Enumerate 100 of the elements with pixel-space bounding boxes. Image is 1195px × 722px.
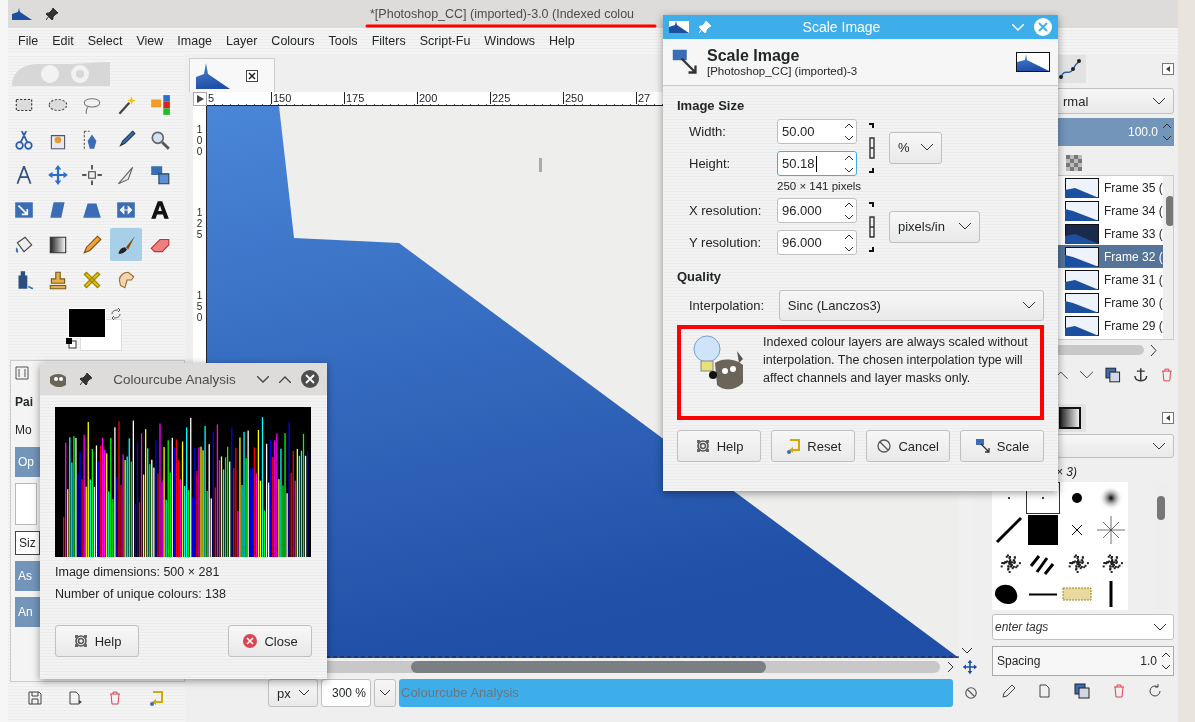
menu-item[interactable]: Tools [328, 34, 358, 48]
zoom-field[interactable]: 300 % [321, 679, 371, 707]
interpolation-dropdown[interactable]: Sinc (Lanczos3) [778, 290, 1044, 321]
layer-row[interactable]: Frame 29 ( [1055, 314, 1163, 337]
resize-arrow-icon [671, 48, 699, 76]
chevron-up-icon[interactable] [279, 375, 291, 383]
pencil-icon[interactable] [1002, 684, 1016, 698]
field-label: Interpolation: [689, 298, 766, 313]
save-icon[interactable] [28, 691, 42, 705]
ruler-label: 125 [195, 207, 204, 240]
tool-button[interactable] [110, 228, 142, 261]
unit-dropdown[interactable]: pixels/in [889, 210, 980, 243]
brush-tile[interactable] [1026, 514, 1060, 546]
menu-item[interactable]: Edit [52, 34, 74, 48]
tags-combo[interactable]: enter tags [992, 614, 1174, 640]
layer-row[interactable]: Frame 33 ( [1055, 222, 1163, 245]
document-icon[interactable] [1038, 684, 1052, 698]
scale-button[interactable]: Scale [960, 430, 1044, 462]
close-icon[interactable] [301, 370, 319, 388]
dock-menu-icon[interactable] [1162, 63, 1174, 75]
delete-icon[interactable] [1112, 684, 1126, 698]
checkerboard-icon[interactable] [1066, 155, 1082, 171]
quick-mask-toggle[interactable] [193, 92, 207, 106]
number-field[interactable]: 50.00 [777, 119, 857, 144]
paths-icon [1059, 59, 1081, 79]
info-text: Image dimensions: 500 × 281 [55, 565, 221, 579]
chevron-down-icon[interactable] [257, 375, 269, 383]
menu-item[interactable]: File [18, 34, 39, 48]
chevron-down-icon[interactable] [1079, 371, 1094, 379]
scrollbar-thumb[interactable] [411, 661, 766, 673]
layer-row[interactable]: Frame 34 ( [1055, 199, 1163, 222]
menu-item[interactable]: Filters [371, 34, 406, 48]
navigate-icon[interactable] [962, 659, 978, 675]
chain-link-icon[interactable] [867, 121, 877, 174]
layer-row[interactable]: Frame 31 ( [1055, 268, 1163, 291]
reset-button[interactable]: Reset [771, 430, 856, 462]
menu-item[interactable]: Script-Fu [419, 34, 471, 48]
align-icon [81, 163, 103, 186]
document-icon[interactable] [68, 691, 82, 705]
menu-item[interactable]: Image [177, 34, 213, 48]
pin-icon[interactable] [80, 373, 92, 385]
spinner-arrows-icon[interactable] [844, 232, 854, 253]
menu-item[interactable]: Colours [271, 34, 315, 48]
tags-field[interactable]: enter tags [993, 615, 1137, 639]
duplicate-icon[interactable] [1105, 367, 1121, 383]
option-field[interactable]: Siz [15, 531, 40, 555]
menu-item[interactable]: View [136, 34, 164, 48]
close-button[interactable]: Close [228, 625, 312, 657]
delete-icon[interactable] [108, 691, 122, 705]
ruler-label: 150 [195, 290, 204, 323]
menu-item[interactable]: Windows [484, 34, 536, 48]
duplicate-icon[interactable] [1074, 683, 1090, 699]
menu-item[interactable]: Help [549, 34, 575, 48]
close-icon[interactable] [246, 69, 258, 82]
spinner-arrows-icon[interactable] [1161, 651, 1171, 671]
spinner-arrows-icon[interactable] [844, 153, 854, 174]
ruler-label: 175 [344, 92, 417, 104]
chain-link-icon[interactable] [867, 200, 877, 253]
layer-row[interactable]: Frame 30 ( [1055, 291, 1163, 314]
unit-dropdown[interactable]: % [889, 131, 942, 164]
menu-item[interactable]: Layer [226, 34, 258, 48]
spinner-arrows-icon[interactable] [844, 200, 854, 221]
layer-thumbnail [1065, 200, 1099, 221]
gradient-square-icon [1059, 407, 1081, 429]
pixel-size-text: 250 × 141 pixels [776, 180, 863, 192]
colour-swatches[interactable] [66, 308, 122, 350]
play-triangle-icon [196, 95, 204, 103]
ruler-label: 150 [271, 92, 344, 104]
spinner-arrows-icon[interactable] [844, 121, 854, 142]
unit-dropdown[interactable]: px [268, 679, 318, 707]
cancel-icon[interactable] [964, 686, 978, 700]
swap-arrow-icon[interactable] [110, 308, 122, 320]
number-field[interactable]: 96.000 [777, 198, 857, 223]
help-button[interactable]: Help [55, 625, 139, 657]
chevron-down-icon [921, 144, 933, 151]
pin-icon[interactable] [46, 8, 58, 20]
dock-menu-icon[interactable] [1162, 412, 1174, 424]
chevron-right-icon[interactable] [948, 662, 955, 672]
default-colours-icon[interactable] [66, 338, 77, 349]
cancel-icon [876, 438, 893, 454]
layer-thumbnail [1065, 177, 1099, 198]
info-text: Number of unique colours: 138 [55, 587, 227, 601]
layer-row[interactable]: Frame 32 ( [1055, 245, 1163, 268]
number-field[interactable]: 50.18 [777, 151, 857, 176]
layer-row[interactable]: Frame 35 ( [1055, 176, 1163, 199]
help-button[interactable]: Help [677, 430, 761, 462]
vertical-scrollbar[interactable] [1162, 176, 1173, 339]
brush-tile[interactable] [1094, 514, 1128, 546]
delete-icon[interactable] [1160, 368, 1174, 382]
number-field[interactable]: 96.000 [777, 230, 857, 255]
menu-item[interactable]: Select [87, 34, 123, 48]
close-icon [242, 633, 259, 649]
ruler-label: 200 [417, 92, 490, 104]
cancel-button[interactable]: Cancel [865, 430, 950, 462]
refresh-icon[interactable] [1148, 684, 1162, 698]
revert-icon[interactable] [148, 690, 164, 706]
chevron-right-icon[interactable] [1150, 344, 1157, 356]
anchor-icon[interactable] [1132, 367, 1149, 383]
image-tab[interactable] [189, 58, 275, 92]
brush-tile[interactable] [1026, 482, 1060, 514]
